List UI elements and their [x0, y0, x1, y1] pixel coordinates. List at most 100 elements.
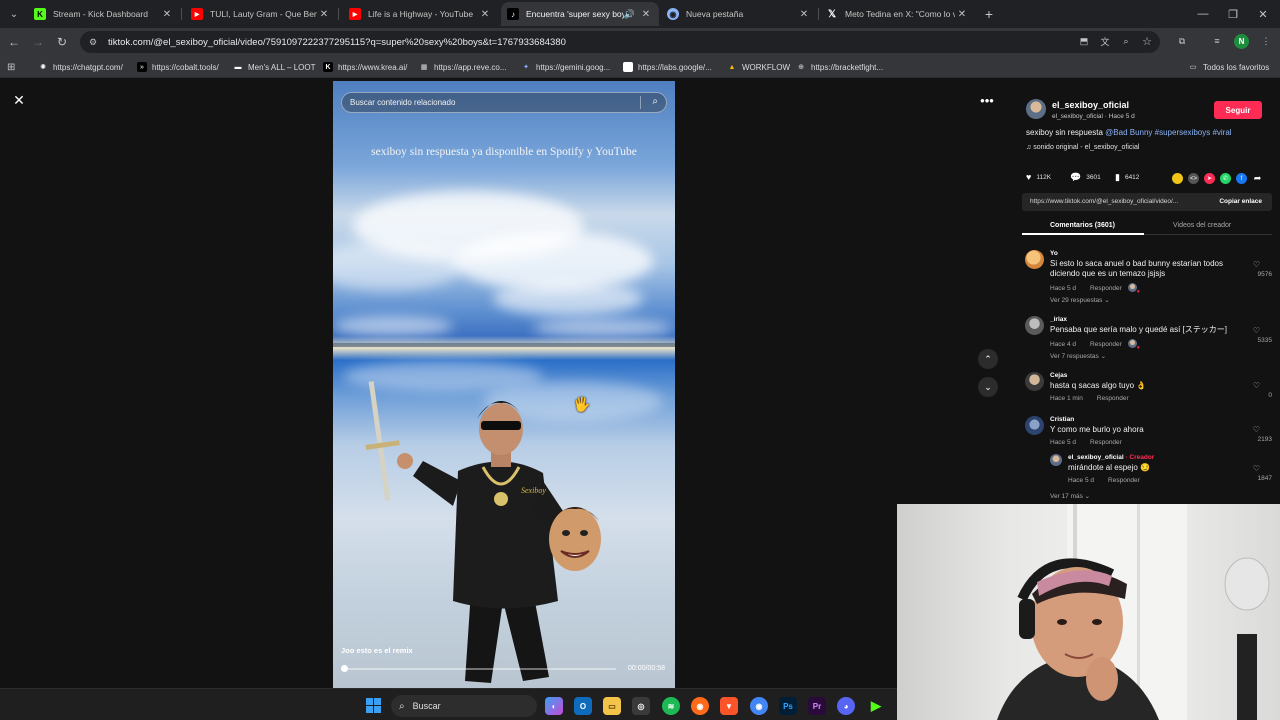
close-tab-icon[interactable]: ✕	[797, 7, 811, 21]
next-video-icon[interactable]: ⌄	[978, 377, 998, 397]
commenter-name[interactable]: _irlax	[1050, 316, 1067, 323]
url-text[interactable]: tiktok.com/@el_sexiboy_oficial/video/759…	[108, 37, 566, 48]
commenter-avatar[interactable]	[1025, 250, 1044, 269]
sound-link[interactable]: ♫ sonido original - el_sexiboy_oficial	[1026, 144, 1139, 151]
comment-button[interactable]: 💬 3601	[1070, 172, 1101, 183]
outlook-icon[interactable]: O	[574, 697, 592, 715]
apps-grid-icon[interactable]: ⊞	[7, 60, 19, 74]
reply-button[interactable]: Responder	[1090, 439, 1122, 446]
forward-icon[interactable]: →	[28, 32, 48, 52]
comment-like-icon[interactable]: ♡	[1253, 381, 1260, 390]
zoom-icon[interactable]: ⌕	[1118, 33, 1134, 49]
bookmark-bracket[interactable]: ⊕ https://bracketfight...	[796, 60, 883, 74]
all-bookmarks-button[interactable]: ▭ Todos los favoritos	[1188, 60, 1270, 74]
discord-icon[interactable]: ◕	[837, 697, 855, 715]
minimize-icon[interactable]: —	[1192, 4, 1214, 24]
like-button[interactable]: ♥ 112K	[1026, 172, 1051, 182]
commenter-name[interactable]: Cejas	[1050, 372, 1067, 379]
translate-icon[interactable]: 文	[1097, 33, 1113, 49]
close-tab-icon[interactable]: ✕	[639, 7, 653, 21]
view-more-replies-button[interactable]: Ver 17 más ⌄	[1050, 492, 1090, 500]
hashtag-links[interactable]: #supersexiboys #viral	[1152, 128, 1232, 137]
bookmark-star-icon[interactable]: ☆	[1139, 33, 1155, 49]
bookmark-gemini[interactable]: ✦ https://gemini.goog...	[521, 60, 610, 74]
spotify-icon[interactable]: ≋	[662, 697, 680, 715]
windows-start-icon[interactable]	[366, 698, 382, 714]
send-friend-icon[interactable]: ➤	[1204, 173, 1215, 184]
commenter-name[interactable]: Yo	[1050, 250, 1058, 257]
reply-button[interactable]: Responder	[1108, 477, 1140, 484]
close-tab-icon[interactable]: ✕	[317, 7, 331, 21]
address-bar[interactable]: ⚙ tiktok.com/@el_sexiboy_oficial/video/7…	[80, 31, 1160, 53]
tab-youtube-tuli[interactable]: ▶ TULI, Lauty Gram - Que Bendici ✕	[185, 2, 337, 26]
install-app-icon[interactable]: ⬒	[1076, 33, 1092, 49]
facebook-icon[interactable]: f	[1236, 173, 1247, 184]
commenter-name[interactable]: Cristian	[1050, 416, 1074, 423]
replier-avatar[interactable]	[1050, 454, 1062, 466]
reply-button[interactable]: Responder	[1090, 285, 1122, 292]
premiere-icon[interactable]: Pr	[808, 697, 826, 715]
speaker-icon[interactable]: 🔊	[624, 9, 635, 20]
video-player[interactable]: Sexiboy Buscar contenido relacionado ⌕ s…	[333, 81, 675, 688]
whatsapp-icon[interactable]: ✆	[1220, 173, 1231, 184]
profile-avatar[interactable]: N	[1234, 34, 1249, 49]
share-emoji-icon[interactable]	[1172, 173, 1183, 184]
restore-icon[interactable]: ❐	[1222, 4, 1244, 24]
close-tab-icon[interactable]: ✕	[160, 7, 174, 21]
new-tab-button[interactable]: +	[980, 5, 998, 23]
reply-button[interactable]: Responder	[1097, 395, 1129, 402]
follow-button[interactable]: Seguir	[1214, 101, 1262, 119]
replier-name[interactable]: el_sexiboy_oficial	[1068, 454, 1124, 461]
tab-search-menu-icon[interactable]: ⌄	[4, 4, 24, 24]
view-replies-button[interactable]: Ver 7 respuestas ⌄	[1050, 352, 1106, 360]
comment-like-icon[interactable]: ♡	[1253, 326, 1260, 335]
obs-icon[interactable]: ◎	[632, 697, 650, 715]
chrome-icon[interactable]: ◉	[750, 697, 768, 715]
video-progress-bar[interactable]	[340, 665, 616, 672]
tab-youtube-highway[interactable]: ▶ Life is a Highway - YouTube ✕	[343, 2, 498, 26]
tab-kick[interactable]: K Stream - Kick Dashboard ✕	[28, 2, 180, 26]
mention-link[interactable]: @Bad Bunny	[1105, 128, 1152, 137]
bookmark-krea[interactable]: Khttps://www.krea.ai/	[323, 60, 407, 74]
creator-avatar[interactable]	[1026, 99, 1046, 119]
post-link-text[interactable]: https://www.tiktok.com/@el_sexiboy_ofici…	[1030, 198, 1200, 205]
taskbar-search[interactable]: ⌕ Buscar	[391, 695, 537, 717]
back-icon[interactable]: ←	[4, 32, 24, 52]
bookmark-reve[interactable]: ▦ https://app.reve.co...	[419, 60, 507, 74]
tab-creator-videos[interactable]: Videos del creador	[1173, 222, 1231, 229]
more-options-icon[interactable]: •••	[976, 90, 998, 110]
close-tab-icon[interactable]: ✕	[478, 7, 492, 21]
search-icon[interactable]: ⌕	[652, 96, 658, 107]
reply-button[interactable]: Responder	[1090, 341, 1122, 348]
extensions-icon[interactable]: ⧉	[1174, 33, 1190, 49]
site-info-icon[interactable]: ⚙	[86, 35, 100, 49]
tab-new-tab[interactable]: ◉ Nueva pestaña ✕	[661, 2, 817, 26]
bookmark-labs[interactable]: https://labs.google/...	[623, 60, 712, 74]
bookmark-workflow[interactable]: ▲ WORKFLOW	[727, 60, 790, 74]
commenter-avatar[interactable]	[1025, 316, 1044, 335]
photoshop-icon[interactable]: Ps	[779, 697, 797, 715]
creator-username[interactable]: el_sexiboy_oficial	[1052, 100, 1129, 110]
brave-icon[interactable]: ▼	[720, 697, 738, 715]
bookmark-chatgpt[interactable]: ✺ https://chatgpt.com/	[38, 60, 123, 74]
previous-video-icon[interactable]: ⌃	[978, 349, 998, 369]
search-related-input[interactable]: Buscar contenido relacionado ⌕	[341, 92, 667, 113]
copy-link-button[interactable]: Copiar enlace	[1219, 198, 1262, 205]
bookmark-loot[interactable]: ▬ Men's ALL – LOOT	[233, 60, 316, 74]
share-arrow-icon[interactable]: ➦	[1252, 173, 1263, 184]
tab-tiktok[interactable]: ♪ Encuentra 'super sexy boys' 🔊 ✕	[501, 2, 659, 26]
close-window-icon[interactable]: ✕	[1252, 4, 1274, 24]
reply-like-icon[interactable]: ♡	[1253, 464, 1260, 473]
commenter-avatar[interactable]	[1025, 372, 1044, 391]
file-explorer-icon[interactable]: ▭	[603, 697, 621, 715]
copilot-icon[interactable]: ◐	[545, 697, 563, 715]
kebab-menu-icon[interactable]: ⋮	[1258, 33, 1274, 49]
tab-comments[interactable]: Comentarios (3601)	[1050, 222, 1115, 229]
firefox-icon[interactable]: ◉	[691, 697, 709, 715]
reload-icon[interactable]: ↻	[52, 32, 72, 52]
tab-x-post[interactable]: 𝕏 Meto Tedina en X: "Como lo vo ✕	[820, 2, 975, 26]
embed-icon[interactable]: <>	[1188, 173, 1199, 184]
video-progress-knob[interactable]	[340, 665, 348, 672]
commenter-avatar[interactable]	[1025, 416, 1044, 435]
close-video-icon[interactable]: ✕	[9, 90, 29, 110]
